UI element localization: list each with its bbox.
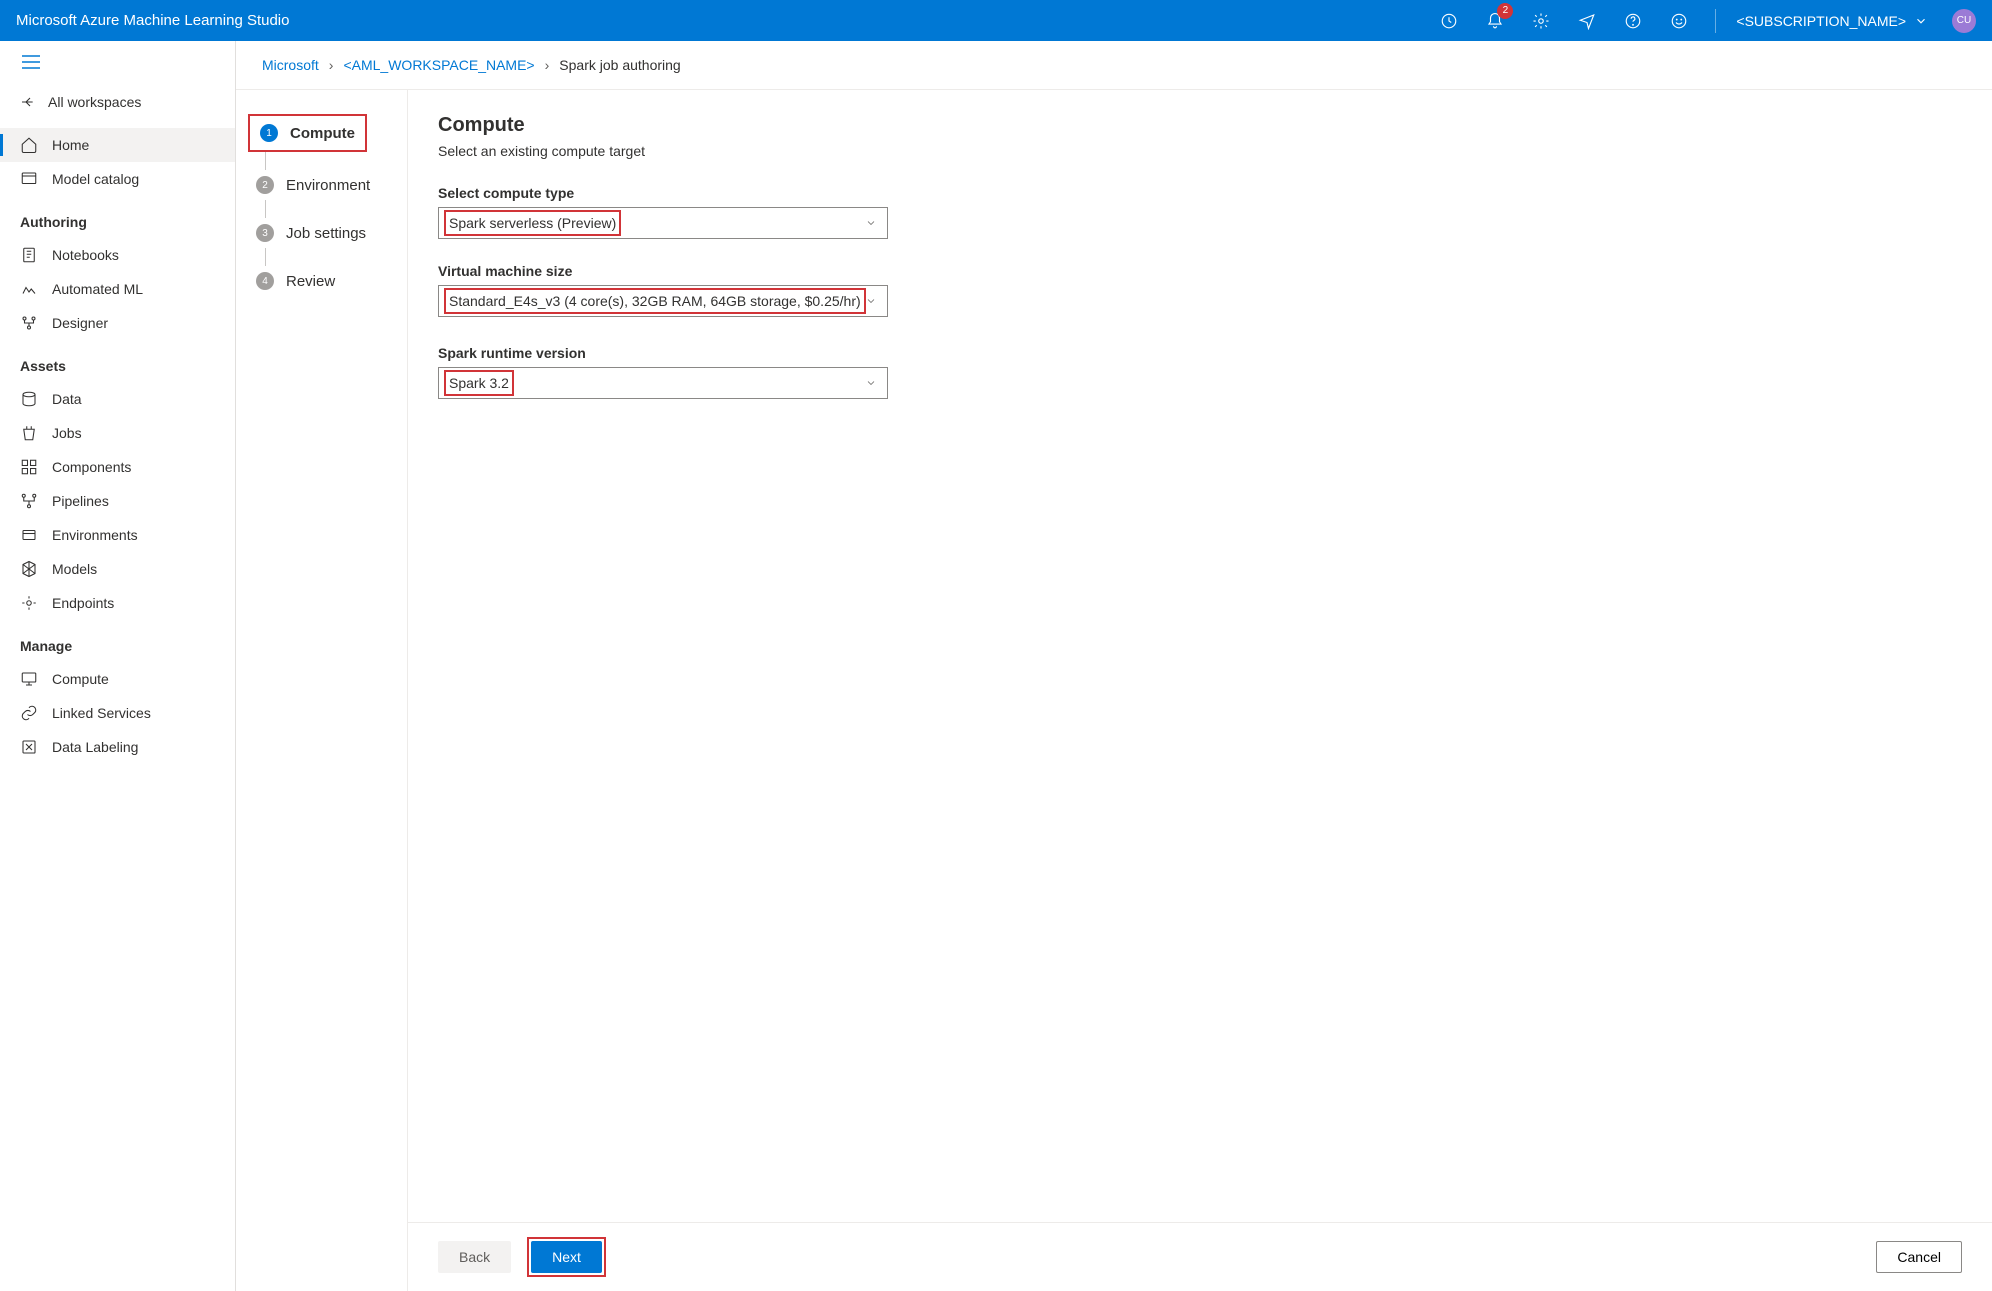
settings-icon[interactable] bbox=[1525, 5, 1557, 37]
sidebar: All workspaces Home Model catalog Author… bbox=[0, 41, 236, 1291]
section-manage: Manage bbox=[0, 620, 235, 662]
sidebar-item-pipelines[interactable]: Pipelines bbox=[0, 484, 235, 518]
notebook-icon bbox=[20, 246, 38, 264]
wizard-steps: 1 Compute 2 Environment 3 Job settings 4 bbox=[236, 90, 408, 1291]
compute-type-value: Spark serverless (Preview) bbox=[449, 215, 616, 231]
compute-icon bbox=[20, 670, 38, 688]
menu-toggle-icon[interactable] bbox=[0, 41, 235, 86]
step-job-settings[interactable]: 3 Job settings bbox=[248, 218, 395, 248]
chevron-right-icon: › bbox=[545, 57, 550, 73]
notifications-icon[interactable]: 2 bbox=[1479, 5, 1511, 37]
chevron-down-icon bbox=[865, 377, 877, 389]
panel-title: Compute bbox=[438, 114, 1962, 137]
app-title: Microsoft Azure Machine Learning Studio bbox=[16, 12, 289, 29]
environments-icon bbox=[20, 526, 38, 544]
step-compute[interactable]: 1 Compute bbox=[252, 118, 363, 148]
breadcrumb: Microsoft › <AML_WORKSPACE_NAME> › Spark… bbox=[236, 41, 1992, 90]
smile-icon[interactable] bbox=[1663, 5, 1695, 37]
sidebar-item-data-labeling[interactable]: Data Labeling bbox=[0, 730, 235, 764]
next-button[interactable]: Next bbox=[531, 1241, 602, 1273]
catalog-icon bbox=[20, 170, 38, 188]
avatar[interactable]: CU bbox=[1952, 9, 1976, 33]
subscription-selector[interactable]: <SUBSCRIPTION_NAME> bbox=[1736, 13, 1928, 29]
labeling-icon bbox=[20, 738, 38, 756]
runtime-select[interactable]: Spark 3.2 bbox=[438, 367, 888, 399]
vm-size-value: Standard_E4s_v3 (4 core(s), 32GB RAM, 64… bbox=[449, 293, 861, 309]
wizard-panel: Compute Select an existing compute targe… bbox=[408, 90, 1992, 1291]
data-icon bbox=[20, 390, 38, 408]
cancel-button[interactable]: Cancel bbox=[1876, 1241, 1962, 1273]
breadcrumb-root[interactable]: Microsoft bbox=[262, 57, 319, 73]
designer-icon bbox=[20, 314, 38, 332]
panel-subtitle: Select an existing compute target bbox=[438, 143, 1962, 159]
endpoints-icon bbox=[20, 594, 38, 612]
step-review[interactable]: 4 Review bbox=[248, 266, 395, 296]
sidebar-item-jobs[interactable]: Jobs bbox=[0, 416, 235, 450]
field-runtime: Spark runtime version Spark 3.2 bbox=[438, 345, 892, 399]
step-environment[interactable]: 2 Environment bbox=[248, 170, 395, 200]
sidebar-item-notebooks[interactable]: Notebooks bbox=[0, 238, 235, 272]
home-icon bbox=[20, 136, 38, 154]
breadcrumb-current: Spark job authoring bbox=[559, 57, 680, 73]
header-actions: 2 <SUBSCRIPTION_NAME> CU bbox=[1433, 5, 1976, 37]
runtime-label: Spark runtime version bbox=[438, 345, 892, 361]
field-compute-type: Select compute type Spark serverless (Pr… bbox=[438, 185, 892, 239]
all-workspaces-link[interactable]: All workspaces bbox=[0, 86, 235, 128]
sidebar-item-data[interactable]: Data bbox=[0, 382, 235, 416]
chevron-right-icon: › bbox=[329, 57, 334, 73]
models-icon bbox=[20, 560, 38, 578]
pipelines-icon bbox=[20, 492, 38, 510]
sidebar-item-components[interactable]: Components bbox=[0, 450, 235, 484]
vm-size-select[interactable]: Standard_E4s_v3 (4 core(s), 32GB RAM, 64… bbox=[438, 285, 888, 317]
section-assets: Assets bbox=[0, 340, 235, 382]
automl-icon bbox=[20, 280, 38, 298]
runtime-value: Spark 3.2 bbox=[449, 375, 509, 391]
breadcrumb-workspace[interactable]: <AML_WORKSPACE_NAME> bbox=[343, 57, 534, 73]
compute-type-select[interactable]: Spark serverless (Preview) bbox=[438, 207, 888, 239]
sidebar-item-linked-services[interactable]: Linked Services bbox=[0, 696, 235, 730]
clock-icon[interactable] bbox=[1433, 5, 1465, 37]
sidebar-item-home[interactable]: Home bbox=[0, 128, 235, 162]
components-icon bbox=[20, 458, 38, 476]
notification-badge: 2 bbox=[1497, 3, 1513, 19]
subscription-name: <SUBSCRIPTION_NAME> bbox=[1736, 13, 1906, 29]
feedback-icon[interactable] bbox=[1571, 5, 1603, 37]
wizard-footer: Back Next Cancel bbox=[408, 1222, 1992, 1291]
sidebar-item-environments[interactable]: Environments bbox=[0, 518, 235, 552]
chevron-down-icon bbox=[865, 295, 877, 307]
sidebar-item-endpoints[interactable]: Endpoints bbox=[0, 586, 235, 620]
linked-icon bbox=[20, 704, 38, 722]
back-arrow-icon bbox=[20, 94, 36, 110]
compute-type-label: Select compute type bbox=[438, 185, 892, 201]
content-area: Microsoft › <AML_WORKSPACE_NAME> › Spark… bbox=[236, 41, 1992, 1291]
help-icon[interactable] bbox=[1617, 5, 1649, 37]
section-authoring: Authoring bbox=[0, 196, 235, 238]
back-button[interactable]: Back bbox=[438, 1241, 511, 1273]
sidebar-item-automl[interactable]: Automated ML bbox=[0, 272, 235, 306]
field-vm-size: Virtual machine size Standard_E4s_v3 (4 … bbox=[438, 263, 892, 317]
chevron-down-icon bbox=[865, 217, 877, 229]
jobs-icon bbox=[20, 424, 38, 442]
sidebar-item-compute[interactable]: Compute bbox=[0, 662, 235, 696]
app-header: Microsoft Azure Machine Learning Studio … bbox=[0, 0, 1992, 41]
sidebar-item-designer[interactable]: Designer bbox=[0, 306, 235, 340]
vm-size-label: Virtual machine size bbox=[438, 263, 892, 279]
sidebar-item-models[interactable]: Models bbox=[0, 552, 235, 586]
sidebar-item-model-catalog[interactable]: Model catalog bbox=[0, 162, 235, 196]
